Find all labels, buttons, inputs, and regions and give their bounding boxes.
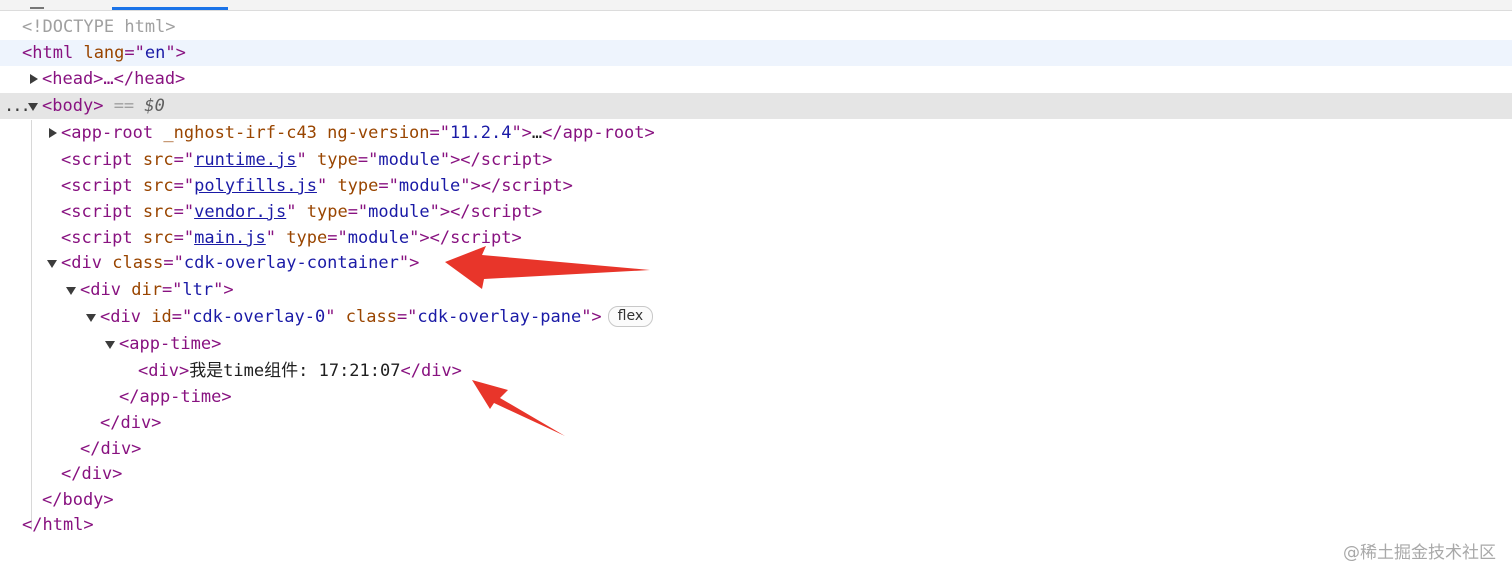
tag-name: div: [90, 280, 121, 300]
dom-node-close[interactable]: </body>: [0, 487, 1512, 513]
dom-node-head[interactable]: <head>…</head>: [0, 66, 1512, 92]
attr-value: module: [378, 150, 440, 170]
collapse-caret-icon[interactable]: [47, 260, 57, 268]
dom-node-time-div[interactable]: <div>我是time组件: 17:21:07</div>: [0, 358, 1512, 384]
watermark: @稀土掘金技术社区: [1343, 543, 1496, 563]
attr-name: class: [112, 253, 164, 273]
attr-value: cdk-overlay-pane: [417, 307, 582, 327]
dom-node-close[interactable]: </html>: [0, 512, 1512, 538]
collapse-caret-icon[interactable]: [105, 341, 115, 349]
attr-name: class: [345, 307, 397, 327]
closing-tag: </div>: [61, 464, 123, 484]
script-src-link[interactable]: polyfills.js: [194, 176, 317, 196]
doctype-text: <!DOCTYPE html>: [22, 17, 176, 37]
attr-value: en: [144, 43, 166, 63]
panel-icon[interactable]: [30, 1, 44, 9]
app-time-open-tag: <app-time>: [119, 334, 222, 354]
dom-node-script[interactable]: <script src="vendor.js" type="module"></…: [0, 199, 1512, 225]
attr-name: id: [151, 307, 172, 327]
dom-node-script[interactable]: <script src="main.js" type="module"></sc…: [0, 225, 1512, 251]
tag-name: div: [110, 307, 141, 327]
dom-node-overlay-container[interactable]: <div class="cdk-overlay-container">: [0, 250, 1512, 276]
attr-value: 11.2.4: [450, 123, 512, 143]
dom-node-close[interactable]: </div>: [0, 410, 1512, 436]
console-ref: $0: [144, 96, 165, 116]
tag-name: div: [71, 253, 102, 273]
dom-node-app-root[interactable]: <app-root _nghost-irf-c43 ng-version="11…: [0, 120, 1512, 146]
tag-name: html: [32, 43, 74, 63]
collapse-caret-icon[interactable]: [86, 314, 96, 322]
open-tag: <div>: [138, 361, 190, 381]
attr-name: _nghost-irf-c43: [163, 123, 317, 143]
attr-value: cdk-overlay-container: [183, 253, 399, 273]
closing-tag: </app-root>: [542, 123, 655, 143]
dom-node-html[interactable]: <html lang="en">: [0, 40, 1512, 66]
dom-node-close[interactable]: </app-time>: [0, 384, 1512, 410]
closing-tag: </body>: [42, 490, 114, 510]
dom-node-script[interactable]: <script src="polyfills.js" type="module"…: [0, 173, 1512, 199]
closing-tag: </div>: [100, 413, 162, 433]
collapse-caret-icon[interactable]: [28, 103, 38, 111]
dom-node-div-dir[interactable]: <div dir="ltr">: [0, 277, 1512, 303]
script-src-link[interactable]: runtime.js: [194, 150, 296, 170]
script-src-link[interactable]: main.js: [194, 228, 266, 248]
attr-value: module: [398, 176, 461, 196]
dom-node-script[interactable]: <script src="runtime.js" type="module"><…: [0, 147, 1512, 173]
dom-node-overlay-pane[interactable]: <div id="cdk-overlay-0" class="cdk-overl…: [0, 304, 1512, 330]
attr-name: ng-version: [327, 123, 430, 143]
eq-text: ==: [103, 96, 145, 116]
flex-badge[interactable]: flex: [607, 305, 654, 327]
script-src-link[interactable]: vendor.js: [194, 202, 286, 222]
dom-node-body[interactable]: ... <body> == $0: [0, 93, 1512, 119]
head-collapsed-text: <head>…</head>: [42, 69, 186, 89]
attr-name: lang: [83, 43, 125, 63]
dom-node-close[interactable]: </div>: [0, 436, 1512, 462]
more-options-icon[interactable]: ...: [4, 93, 31, 119]
attr-value: module: [347, 228, 410, 248]
attr-name: dir: [131, 280, 162, 300]
closing-tag: </html>: [22, 515, 94, 535]
time-text: 我是time组件: 17:21:07: [189, 361, 401, 381]
devtools-tab-bar: [0, 0, 1512, 11]
expand-caret-icon[interactable]: [49, 128, 57, 138]
collapse-caret-icon[interactable]: [66, 287, 76, 295]
tag-name: body: [52, 96, 94, 116]
closing-tag: </div>: [80, 439, 142, 459]
attr-value: ltr: [182, 280, 214, 300]
closing-tag: </app-time>: [119, 387, 232, 407]
tag-name: app-root: [71, 123, 154, 143]
attr-value: module: [368, 202, 430, 222]
active-tab-indicator: [112, 7, 228, 10]
ellipsis-text: …: [531, 123, 543, 143]
dom-node-doctype[interactable]: <!DOCTYPE html>: [0, 14, 1512, 40]
attr-value: cdk-overlay-0: [192, 307, 326, 327]
dom-node-close[interactable]: </div>: [0, 461, 1512, 487]
closing-tag: </div>: [400, 361, 462, 381]
expand-caret-icon[interactable]: [30, 74, 38, 84]
dom-node-app-time[interactable]: <app-time>: [0, 331, 1512, 357]
